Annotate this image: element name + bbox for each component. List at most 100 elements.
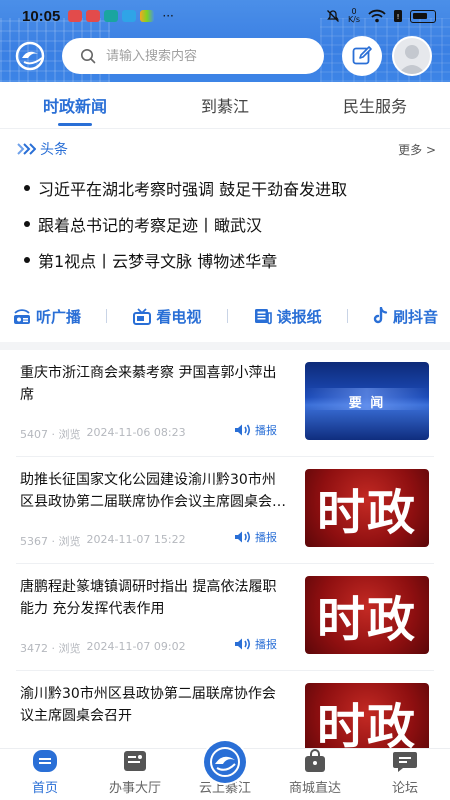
headline-list: 习近平在湖北考察时强调 鼓足干劲奋发进取 跟着总书记的考察足迹丨瞰武汉 第1视点…: [24, 170, 434, 278]
quick-links: 听广播 看电视 读报纸 刷抖音: [12, 302, 438, 330]
speaker-icon: [235, 424, 251, 436]
broadcast-label: 播报: [255, 638, 277, 651]
douyin-icon: [373, 307, 388, 324]
bullet-icon: [24, 185, 30, 191]
tab-label: 到綦江: [200, 97, 249, 116]
nav-label: 论坛: [391, 781, 418, 796]
bullet-icon: [24, 221, 30, 227]
headline-text: 跟着总书记的考察足迹丨瞰武汉: [38, 216, 263, 235]
news-item[interactable]: 重庆市浙江商会来綦考察 尹国喜郭小萍出席 5407 · 浏览 2024-11-0…: [16, 350, 434, 457]
double-chevron-icon: [17, 143, 36, 155]
thumbnail-text: 时政: [316, 592, 417, 648]
nav-mall[interactable]: 商城直达: [270, 749, 360, 800]
publish-date: 2024-11-07 15:22: [86, 533, 186, 546]
status-time: 10:05: [22, 7, 61, 25]
broadcast-button[interactable]: 播报: [234, 636, 277, 652]
user-avatar[interactable]: [392, 36, 432, 76]
more-link[interactable]: 更多 >: [398, 141, 436, 158]
view-count: 3472 · 浏览: [20, 642, 81, 655]
net-speed: 0 K/s: [347, 7, 361, 24]
search-icon: [81, 49, 96, 64]
divider: [346, 309, 348, 323]
quick-link-douyin[interactable]: 刷抖音: [373, 306, 438, 327]
divider: [226, 309, 228, 323]
quick-link-newspaper[interactable]: 读报纸: [253, 306, 322, 327]
mute-icon: [327, 10, 339, 22]
divider: [0, 128, 450, 129]
radio-icon: [14, 309, 30, 324]
notification-app-icon: [140, 10, 155, 22]
nav-label: 办事大厅: [108, 781, 161, 796]
app-logo-icon: [15, 41, 45, 71]
nav-label: 首页: [31, 781, 58, 796]
news-title: 渝川黔30市州区县政协第二届联席协作会议主席圆桌会召开: [20, 686, 276, 724]
news-list: 重庆市浙江商会来綦考察 尹国喜郭小萍出席 5407 · 浏览 2024-11-0…: [0, 350, 450, 778]
publish-date: 2024-11-07 09:02: [86, 640, 186, 653]
news-meta: 5407 · 浏览 2024-11-06 08:23: [20, 426, 186, 442]
thumbnail-text: 时政: [316, 699, 417, 755]
tab-livelihood-services[interactable]: 民生服务: [300, 82, 450, 128]
view-count: 5407 · 浏览: [20, 428, 81, 441]
tab-to-qijiang[interactable]: 到綦江: [150, 82, 300, 128]
headline-item[interactable]: 习近平在湖北考察时强调 鼓足干劲奋发进取: [24, 170, 434, 206]
news-item[interactable]: 助推长征国家文化公园建设渝川黔30市州区县政协第二届联席协作会议主席圆桌会召开 …: [16, 457, 434, 564]
status-app-icons: ···: [68, 9, 174, 23]
status-bar: 10:05 ··· 0 K/s !: [0, 0, 450, 32]
quick-link-label: 看电视: [156, 307, 202, 326]
quick-link-tv[interactable]: 看电视: [132, 306, 201, 327]
bullet-icon: [24, 257, 30, 263]
nav-label: 商城直达: [288, 781, 341, 796]
news-thumbnail[interactable]: 时政: [305, 469, 429, 547]
user-icon: [398, 45, 426, 74]
top-tabs: 时政新闻 到綦江 民生服务: [0, 82, 450, 128]
speaker-icon: [235, 531, 251, 543]
bottom-nav: 首页 办事大厅 云上綦江 商城直达 论坛: [0, 739, 450, 800]
headline-text: 第1视点丨云梦寻文脉 博物述华章: [38, 252, 278, 271]
cloud-qijiang-icon: [202, 739, 248, 785]
nav-cloud-qijiang[interactable]: 云上綦江: [180, 739, 270, 800]
news-meta: 3472 · 浏览 2024-11-07 09:02: [20, 640, 186, 656]
notification-app-icon: [122, 10, 137, 22]
shopping-bag-icon: [302, 749, 328, 773]
news-thumbnail[interactable]: 要 闻: [305, 362, 429, 440]
sim-icon: !: [394, 10, 402, 22]
broadcast-button[interactable]: 播报: [234, 422, 277, 438]
news-thumbnail[interactable]: 时政: [305, 576, 429, 654]
broadcast-label: 播报: [255, 531, 277, 544]
thumbnail-text: 时政: [316, 485, 417, 541]
status-right: 0 K/s !: [326, 8, 436, 24]
headline-header: 头条 更多 >: [16, 138, 436, 160]
headline-item[interactable]: 第1视点丨云梦寻文脉 博物述华章: [24, 242, 434, 278]
news-meta: 5367 · 浏览 2024-11-07 15:22: [20, 533, 186, 549]
headline-title: 头条: [40, 142, 68, 158]
app-screen: 10:05 ··· 0 K/s ! 请输入搜索内容 时政新闻 到綦江 民生服务 …: [0, 0, 450, 800]
tv-icon: [133, 308, 152, 325]
headline-text: 习近平在湖北考察时强调 鼓足干劲奋发进取: [38, 180, 348, 199]
search-input[interactable]: [106, 48, 306, 64]
quick-link-label: 刷抖音: [392, 307, 438, 326]
divider: [106, 309, 108, 323]
quick-link-label: 听广播: [36, 307, 82, 326]
nav-service-hall[interactable]: 办事大厅: [90, 749, 180, 800]
svg-text:!: !: [397, 13, 400, 21]
nav-home[interactable]: 首页: [0, 749, 90, 800]
news-title: 唐鹏程赴篆塘镇调研时指出 提高依法履职能力 充分发挥代表作用: [20, 579, 277, 617]
publish-button[interactable]: [342, 36, 382, 76]
quick-link-radio[interactable]: 听广播: [12, 306, 81, 327]
thumbnail-text: 要 闻: [348, 395, 386, 411]
search-box[interactable]: [62, 38, 324, 74]
forum-icon: [392, 749, 418, 773]
wifi-icon: [368, 9, 386, 23]
news-title: 助推长征国家文化公园建设渝川黔30市州区县政协第二届联席协作会议主席圆桌会召开: [20, 472, 286, 510]
section-divider: [0, 342, 450, 350]
broadcast-button[interactable]: 播报: [234, 529, 277, 545]
news-item[interactable]: 唐鹏程赴篆塘镇调研时指出 提高依法履职能力 充分发挥代表作用 3472 · 浏览…: [16, 564, 434, 671]
nav-forum[interactable]: 论坛: [360, 749, 450, 800]
notification-app-icon: [86, 10, 101, 22]
more-notifications-icon: ···: [162, 9, 174, 23]
tab-politics-news[interactable]: 时政新闻: [0, 82, 150, 128]
newspaper-icon: [254, 309, 272, 325]
search-row: [0, 36, 450, 76]
service-hall-icon: [122, 749, 148, 773]
headline-item[interactable]: 跟着总书记的考察足迹丨瞰武汉: [24, 206, 434, 242]
